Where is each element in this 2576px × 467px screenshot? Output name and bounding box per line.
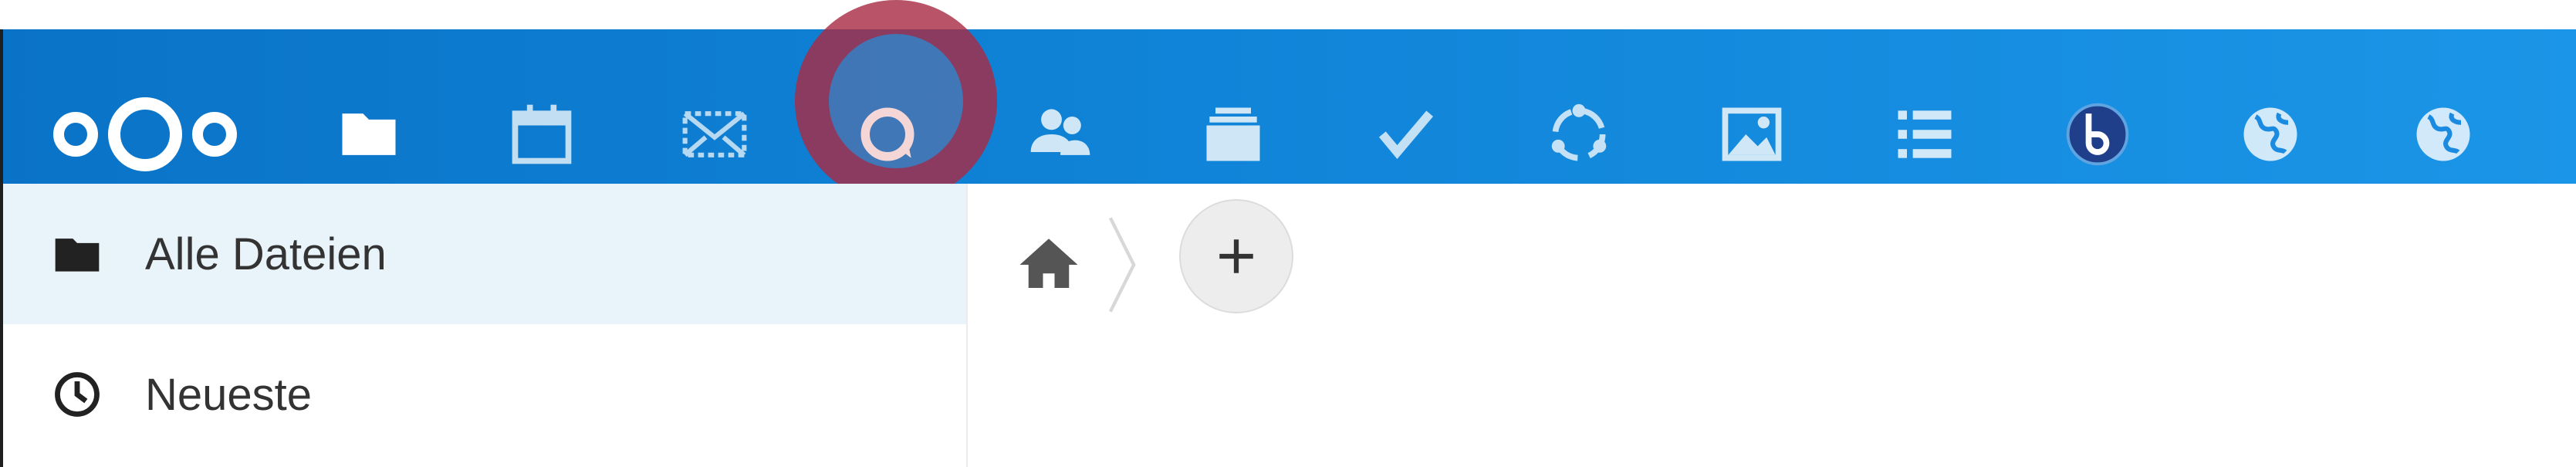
breadcrumb-separator xyxy=(1099,215,1145,315)
mail-icon xyxy=(682,111,747,157)
app-bigbluebutton[interactable] xyxy=(2050,94,2145,174)
folder-icon xyxy=(342,113,396,155)
clock-icon xyxy=(46,364,108,425)
talk-icon xyxy=(860,107,914,161)
nav-item-all-files[interactable]: Alle Dateien xyxy=(3,184,966,324)
app-mail[interactable] xyxy=(667,94,762,174)
nav-item-label: Neueste xyxy=(145,369,313,420)
app-activity[interactable] xyxy=(1877,94,1973,174)
globe-icon xyxy=(2416,107,2470,161)
nav-item-recent[interactable]: Neueste xyxy=(3,324,966,465)
list-icon xyxy=(1898,110,1952,158)
new-file-button[interactable] xyxy=(1179,199,1293,313)
deck-icon xyxy=(1206,107,1260,161)
image-icon xyxy=(1722,107,1782,161)
nextcloud-logo-icon xyxy=(53,97,237,171)
app-tasks[interactable] xyxy=(1358,94,1454,174)
app-talk[interactable] xyxy=(840,94,935,174)
app-circles[interactable] xyxy=(1531,94,1627,174)
checkmark-icon xyxy=(1378,110,1434,159)
plus-icon xyxy=(1219,239,1253,273)
app-photos[interactable] xyxy=(1704,94,1800,174)
app-external-site-2[interactable] xyxy=(2395,94,2491,174)
app-calendar[interactable] xyxy=(494,94,590,174)
bbb-icon xyxy=(2066,103,2129,166)
app-external-site-1[interactable] xyxy=(2223,94,2318,174)
app-contacts[interactable] xyxy=(1012,94,1108,174)
app-header xyxy=(3,29,2576,213)
contacts-icon xyxy=(1030,109,1090,155)
home-icon xyxy=(1019,239,1078,288)
folder-icon xyxy=(46,223,108,285)
breadcrumb-home[interactable] xyxy=(1014,230,1083,299)
calendar-icon xyxy=(512,104,572,164)
app-deck[interactable] xyxy=(1185,94,1281,174)
nextcloud-logo[interactable] xyxy=(45,82,245,187)
globe-icon xyxy=(2243,107,2297,161)
circles-icon xyxy=(1551,103,1607,161)
files-content xyxy=(968,184,2576,467)
app-files[interactable] xyxy=(321,94,417,174)
files-navigation: Alle Dateien Neueste xyxy=(3,184,968,467)
nav-item-label: Alle Dateien xyxy=(145,228,387,279)
